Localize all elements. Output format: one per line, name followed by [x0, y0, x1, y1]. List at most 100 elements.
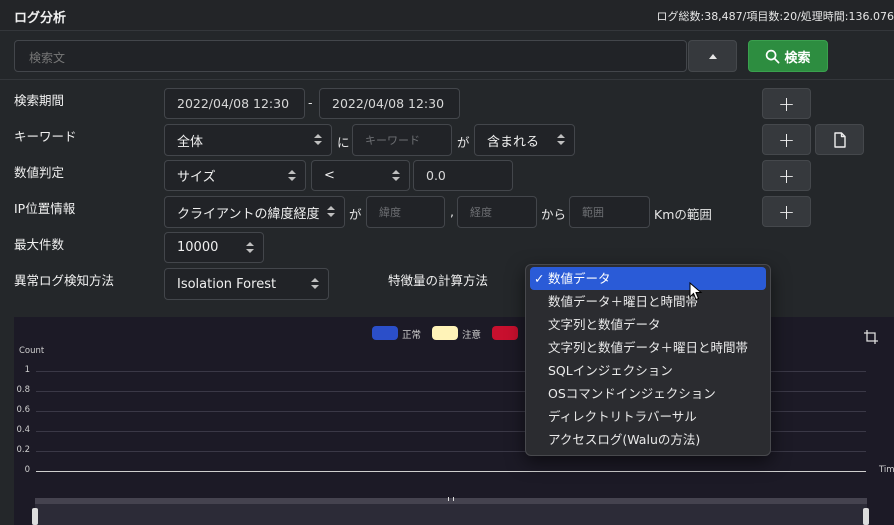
- search-icon: [766, 49, 780, 63]
- numeric-label: 数値判定: [14, 165, 65, 180]
- mouse-cursor-icon: [689, 282, 703, 301]
- max-count-value: 10000: [177, 240, 219, 255]
- plus-icon: +: [778, 127, 795, 152]
- geo-field-select[interactable]: クライアントの緯度経度: [164, 196, 345, 228]
- feature-method-dropdown[interactable]: ✓ 数値データ 数値データ＋曜日と時間帯 文字列と数値データ 文字列と数値データ…: [525, 264, 771, 456]
- collapse-button[interactable]: [688, 40, 737, 72]
- select-arrows-icon: [314, 134, 322, 146]
- y-tick: 0.4: [16, 425, 30, 435]
- keyword-ga-text: が: [457, 135, 470, 150]
- range-input[interactable]: 範囲: [569, 196, 650, 228]
- anomaly-label: 異常ログ検知方法: [14, 273, 115, 288]
- dropdown-option-numeric[interactable]: ✓ 数値データ: [530, 267, 766, 290]
- numeric-operator-value: <: [324, 168, 335, 183]
- add-geo-button[interactable]: +: [762, 196, 811, 227]
- chart-range-slider[interactable]: [35, 498, 867, 525]
- numeric-field-select[interactable]: サイズ: [164, 160, 306, 191]
- keyword-input[interactable]: キーワード: [352, 124, 452, 156]
- keyword-scope-select[interactable]: 全体: [164, 124, 332, 156]
- option-label: 文字列と数値データ: [548, 317, 661, 332]
- legend-caution-swatch[interactable]: [432, 326, 458, 340]
- legend-caution-label: 注意: [462, 330, 482, 341]
- select-arrows-icon: [327, 206, 335, 218]
- plus-icon: +: [778, 199, 795, 224]
- select-arrows-icon: [557, 134, 565, 146]
- geo-field-value: クライアントの緯度経度: [177, 206, 320, 222]
- log-stats: ログ総数:38,487/項目数:20/処理時間:136.076: [656, 10, 894, 23]
- chart-crop-icon[interactable]: [864, 330, 878, 348]
- geo-comma-text: ,: [450, 204, 454, 219]
- search-button[interactable]: 検索: [748, 40, 828, 72]
- plus-icon: +: [778, 91, 795, 116]
- dropdown-option-access-log-walu[interactable]: アクセスログ(Waluの方法): [530, 428, 766, 451]
- add-numeric-button[interactable]: +: [762, 160, 811, 191]
- add-keyword-button[interactable]: +: [762, 124, 811, 155]
- anomaly-method-select[interactable]: Isolation Forest: [164, 268, 329, 300]
- numeric-value-input[interactable]: 0.0: [413, 160, 513, 191]
- geo-label: IP位置情報: [14, 201, 76, 216]
- app-title: ログ分析: [14, 11, 67, 26]
- legend-anomaly-swatch[interactable]: [492, 326, 518, 340]
- search-input[interactable]: 検索文: [14, 40, 687, 72]
- plus-icon: +: [778, 163, 795, 188]
- select-arrows-icon: [392, 169, 400, 182]
- select-arrows-icon: [311, 278, 319, 290]
- option-label: 文字列と数値データ＋曜日と時間帯: [548, 340, 749, 355]
- y-tick: 0.2: [16, 445, 30, 455]
- option-label: 数値データ: [548, 271, 611, 286]
- slider-right-handle[interactable]: [863, 508, 869, 525]
- option-label: OSコマンドインジェクション: [548, 386, 716, 401]
- crop-icon: [864, 330, 878, 344]
- numeric-operator-select[interactable]: <: [311, 160, 410, 191]
- option-label: アクセスログ(Waluの方法): [548, 432, 701, 447]
- dropdown-option-string-numeric-weekday[interactable]: 文字列と数値データ＋曜日と時間帯: [530, 336, 766, 359]
- dropdown-option-string-numeric[interactable]: 文字列と数値データ: [530, 313, 766, 336]
- latitude-input[interactable]: 緯度: [366, 196, 445, 228]
- legend-normal-swatch[interactable]: [372, 326, 398, 340]
- max-count-label: 最大件数: [14, 237, 65, 252]
- dropdown-option-numeric-weekday[interactable]: 数値データ＋曜日と時間帯: [530, 290, 766, 313]
- anomaly-method-value: Isolation Forest: [177, 276, 277, 292]
- caret-up-icon: [709, 54, 717, 59]
- dropdown-option-directory-traversal[interactable]: ディレクトリトラバーサル: [530, 405, 766, 428]
- geo-suffix-text: Kmの範囲: [654, 207, 712, 222]
- y-tick: 0: [24, 465, 30, 475]
- y-axis-label: Count: [19, 346, 45, 356]
- y-tick: 0.6: [16, 405, 30, 415]
- divider: [0, 79, 894, 80]
- x-axis-line: [36, 471, 866, 472]
- option-label: ディレクトリトラバーサル: [548, 409, 697, 424]
- period-to-input[interactable]: 2022/04/08 12:30: [319, 88, 460, 119]
- y-tick: 1: [24, 365, 30, 375]
- y-tick: 0.8: [16, 385, 30, 395]
- geo-kara-text: から: [541, 207, 567, 222]
- feature-method-label: 特徴量の計算方法: [388, 273, 489, 288]
- add-period-button[interactable]: +: [762, 88, 811, 119]
- keyword-condition-select[interactable]: 含まれる: [474, 124, 575, 156]
- slider-grip-icon[interactable]: [448, 497, 454, 501]
- keyword-label: キーワード: [14, 129, 77, 144]
- period-from-input[interactable]: 2022/04/08 12:30: [164, 88, 305, 119]
- keyword-condition-value: 含まれる: [487, 134, 540, 150]
- legend-normal-label: 正常: [402, 330, 422, 341]
- x-axis-label: Tim: [879, 465, 894, 475]
- geo-ga-text: が: [349, 207, 362, 222]
- check-icon: ✓: [534, 271, 545, 286]
- select-arrows-icon: [288, 169, 296, 182]
- max-count-select[interactable]: 10000: [164, 232, 264, 263]
- longitude-input[interactable]: 経度: [457, 196, 537, 228]
- select-arrows-icon: [246, 241, 254, 254]
- keyword-ni-text: に: [337, 135, 350, 150]
- keyword-scope-value: 全体: [177, 134, 204, 150]
- numeric-field-value: サイズ: [177, 170, 216, 185]
- document-button[interactable]: [815, 124, 864, 155]
- period-separator: -: [308, 95, 313, 110]
- search-button-label: 検索: [784, 50, 811, 66]
- slider-left-handle[interactable]: [32, 508, 38, 525]
- dropdown-option-os-command-injection[interactable]: OSコマンドインジェクション: [530, 382, 766, 405]
- option-label: SQLインジェクション: [548, 363, 673, 378]
- dropdown-option-sql-injection[interactable]: SQLインジェクション: [530, 359, 766, 382]
- period-label: 検索期間: [14, 93, 65, 108]
- option-label: 数値データ＋曜日と時間帯: [548, 294, 699, 309]
- document-icon: [833, 131, 846, 148]
